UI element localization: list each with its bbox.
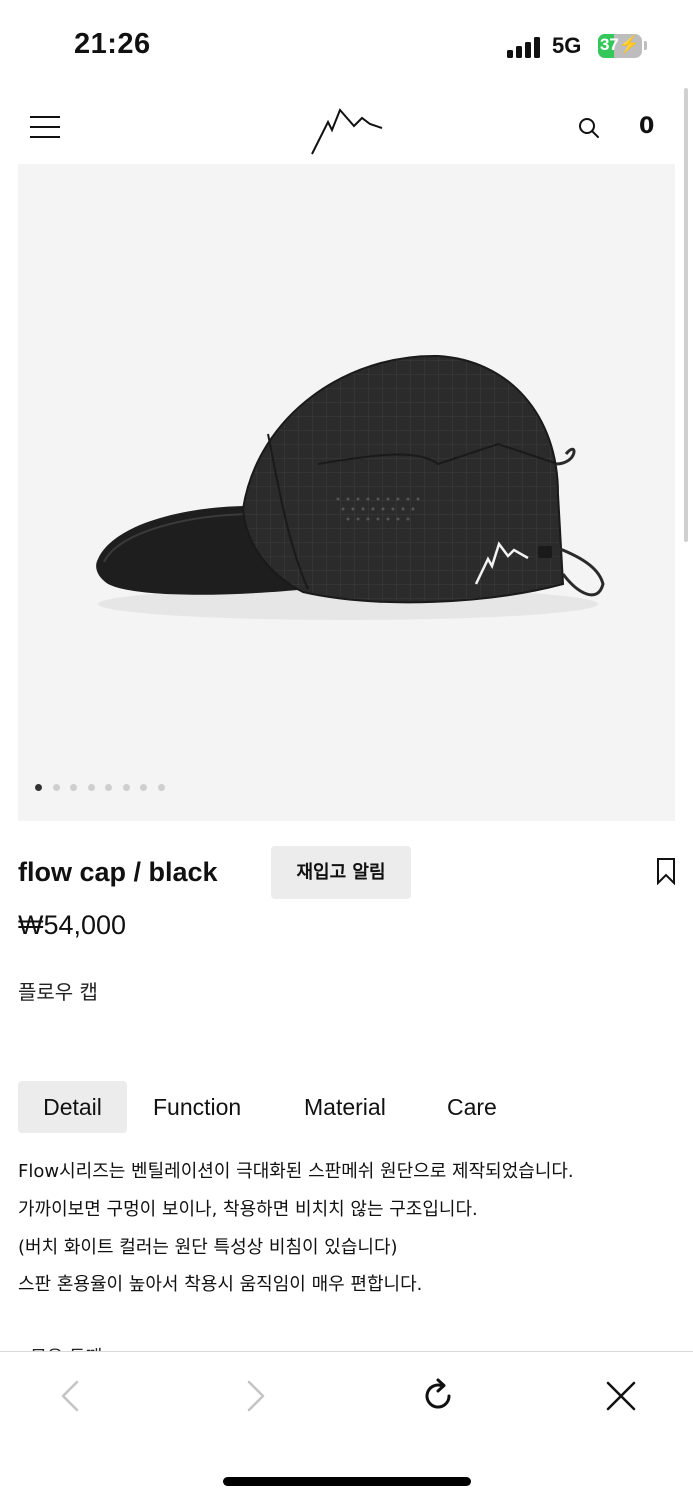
product-image[interactable] xyxy=(18,164,675,821)
battery-nub xyxy=(644,41,647,50)
carousel-dot[interactable] xyxy=(140,784,147,791)
battery-percentage: 37⚡ xyxy=(598,35,642,55)
bolt-icon: ⚡ xyxy=(618,35,641,54)
description-line: Flow시리즈는 벤틸레이션이 극대화된 스판메쉬 원단으로 제작되었습니다. xyxy=(18,1161,574,1182)
site-header: 0 xyxy=(0,92,693,164)
description-line: 가까이보면 구멍이 보이나, 착용하면 비치치 않는 구조입니다. xyxy=(18,1199,478,1220)
carousel-dot[interactable] xyxy=(70,784,77,791)
chevron-left-icon[interactable] xyxy=(49,1374,93,1418)
status-time: 21:26 xyxy=(74,28,151,60)
cellular-signal-icon xyxy=(507,36,543,58)
product-price: ₩54,000 xyxy=(18,910,127,940)
mountain-logo-icon[interactable] xyxy=(306,104,386,156)
tab-detail[interactable]: Detail xyxy=(18,1081,127,1133)
product-name: flow cap / black xyxy=(18,857,218,887)
search-icon[interactable] xyxy=(577,116,601,140)
carousel-dot[interactable] xyxy=(122,784,130,791)
cart-count[interactable]: 0 xyxy=(639,114,654,139)
carousel-dot[interactable] xyxy=(157,784,165,791)
carousel-dot[interactable] xyxy=(87,784,95,791)
tab-material[interactable]: Material xyxy=(304,1081,386,1133)
description-line: (버치 화이트 컬러는 원단 특성상 비침이 있습니다) xyxy=(18,1237,398,1258)
battery-value: 37 xyxy=(599,35,619,54)
close-icon[interactable] xyxy=(599,1374,643,1418)
carousel-dot[interactable] xyxy=(52,784,60,791)
hamburger-menu-icon[interactable] xyxy=(30,116,60,138)
tab-function[interactable]: Function xyxy=(153,1081,241,1133)
home-indicator[interactable] xyxy=(223,1477,471,1486)
black-cap-image xyxy=(96,354,605,620)
tab-care[interactable]: Care xyxy=(447,1081,497,1133)
status-bar: 21:26 5G 37⚡ xyxy=(0,0,693,92)
restock-alert-button[interactable]: 재입고 알림 xyxy=(271,846,411,899)
chevron-right-icon[interactable] xyxy=(233,1374,277,1418)
bookmark-icon[interactable] xyxy=(655,857,677,885)
battery-icon: 37⚡ xyxy=(598,34,642,58)
product-subtitle: 플로우 캡 xyxy=(18,980,98,1004)
network-label: 5G xyxy=(552,33,582,58)
reload-icon[interactable] xyxy=(416,1374,460,1418)
carousel-dot[interactable] xyxy=(105,784,112,791)
page-scrollbar[interactable] xyxy=(684,88,688,542)
carousel-dot[interactable] xyxy=(35,784,42,791)
description-line: 스판 혼용율이 높아서 착용시 움직임이 매우 편합니다. xyxy=(18,1274,423,1295)
